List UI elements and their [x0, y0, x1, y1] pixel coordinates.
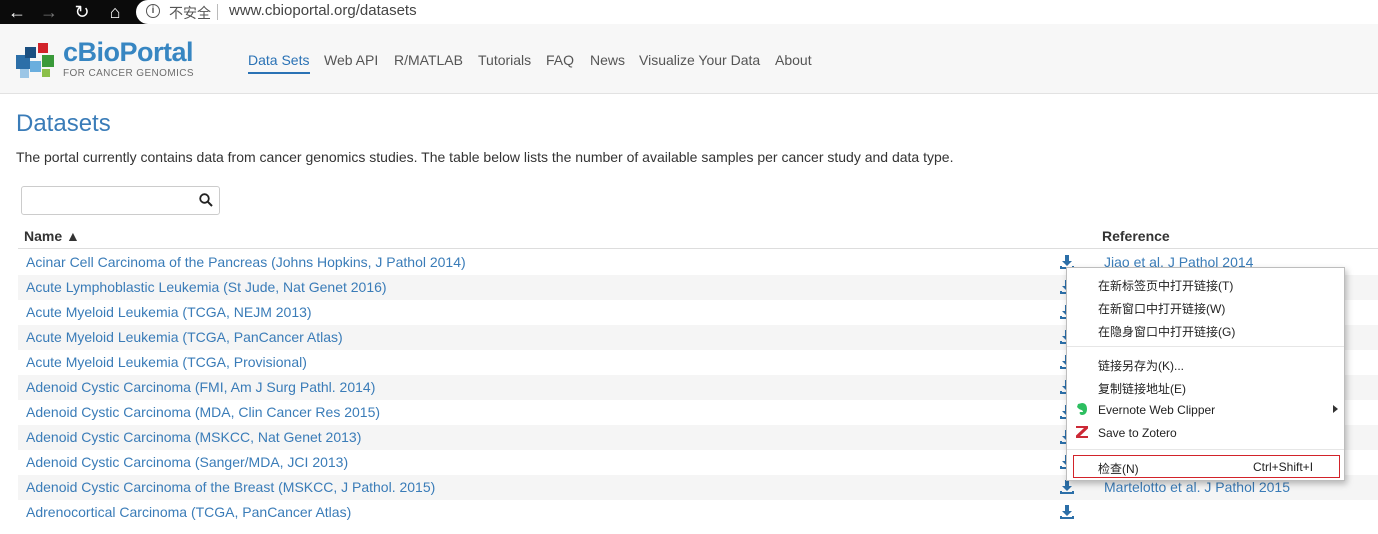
menu-copy-link-address[interactable]: 复制链接地址(E) [1098, 380, 1186, 397]
logo-title[interactable]: cBioPortal [63, 37, 194, 68]
dataset-name-link[interactable]: Acute Myeloid Leukemia (TCGA, Provisiona… [26, 354, 307, 370]
nav-about[interactable]: About [775, 52, 812, 68]
dataset-name-link[interactable]: Adrenocortical Carcinoma (TCGA, PanCance… [26, 504, 351, 520]
menu-divider [1067, 346, 1344, 347]
nav-data-sets[interactable]: Data Sets [248, 52, 309, 68]
dataset-name-link[interactable]: Acute Myeloid Leukemia (TCGA, PanCancer … [26, 329, 343, 345]
nav-tutorials[interactable]: Tutorials [478, 52, 531, 68]
menu-save-to-zotero[interactable]: Save to Zotero [1098, 426, 1177, 440]
submenu-arrow-icon [1333, 405, 1338, 413]
menu-inspect[interactable]: 检查(N) [1098, 460, 1139, 477]
evernote-icon [1077, 403, 1087, 415]
address-separator [217, 4, 218, 20]
reload-icon[interactable]: ↻ [71, 1, 93, 23]
dataset-name-link[interactable]: Adenoid Cystic Carcinoma (Sanger/MDA, JC… [26, 454, 348, 470]
zotero-icon [1076, 426, 1088, 438]
dataset-name-link[interactable]: Acinar Cell Carcinoma of the Pancreas (J… [26, 254, 466, 270]
menu-open-in-incognito[interactable]: 在隐身窗口中打开链接(G) [1098, 323, 1235, 340]
browser-toolbar: ← → ↻ ⌂ i 不安全 www.cbioportal.org/dataset… [0, 0, 1378, 24]
menu-divider [1067, 449, 1344, 450]
menu-save-link-as[interactable]: 链接另存为(K)... [1098, 357, 1184, 374]
download-icon[interactable] [1060, 480, 1074, 494]
dataset-name-link[interactable]: Adenoid Cystic Carcinoma of the Breast (… [26, 479, 435, 495]
menu-evernote-web-clipper[interactable]: Evernote Web Clipper [1098, 403, 1215, 417]
reference-link[interactable]: Martelotto et al. J Pathol 2015 [1104, 479, 1290, 495]
dataset-name-link[interactable]: Acute Myeloid Leukemia (TCGA, NEJM 2013) [26, 304, 312, 320]
nav-web-api[interactable]: Web API [324, 52, 378, 68]
dataset-name-link[interactable]: Adenoid Cystic Carcinoma (MDA, Clin Canc… [26, 404, 380, 420]
download-icon[interactable] [1060, 505, 1074, 519]
nav-news[interactable]: News [590, 52, 625, 68]
home-icon[interactable]: ⌂ [104, 1, 126, 23]
search-input[interactable] [21, 186, 220, 215]
dataset-name-link[interactable]: Adenoid Cystic Carcinoma (MSKCC, Nat Gen… [26, 429, 361, 445]
nav-r-matlab[interactable]: R/MATLAB [394, 52, 463, 68]
dataset-name-link[interactable]: Adenoid Cystic Carcinoma (FMI, Am J Surg… [26, 379, 375, 395]
info-icon[interactable]: i [146, 4, 160, 18]
forward-icon[interactable]: → [38, 1, 60, 23]
search-icon[interactable] [199, 193, 213, 207]
table-header-divider [18, 248, 1378, 249]
address-bar[interactable]: i 不安全 www.cbioportal.org/datasets [136, 0, 1378, 24]
intro-text: The portal currently contains data from … [16, 149, 954, 165]
nav-active-indicator [248, 72, 310, 74]
dataset-name-link[interactable]: Acute Lymphoblastic Leukemia (St Jude, N… [26, 279, 387, 295]
nav-faq[interactable]: FAQ [546, 52, 574, 68]
page-title: Datasets [16, 110, 111, 137]
menu-open-in-new-window[interactable]: 在新窗口中打开链接(W) [1098, 300, 1225, 317]
table-row: Adrenocortical Carcinoma (TCGA, PanCance… [18, 500, 1378, 525]
security-label: 不安全 [169, 5, 211, 21]
cbioportal-logo-icon[interactable] [16, 41, 56, 79]
menu-inspect-shortcut: Ctrl+Shift+I [1253, 460, 1314, 474]
column-header-name[interactable]: Name ▲ [24, 228, 80, 244]
url-text[interactable]: www.cbioportal.org/datasets [229, 2, 417, 19]
logo-subtitle: FOR CANCER GENOMICS [63, 68, 194, 79]
back-icon[interactable]: ← [6, 1, 28, 23]
column-header-reference[interactable]: Reference [1102, 228, 1170, 244]
nav-visualize-your-data[interactable]: Visualize Your Data [639, 52, 760, 68]
menu-open-in-new-tab[interactable]: 在新标签页中打开链接(T) [1098, 277, 1233, 294]
context-menu: 在新标签页中打开链接(T) 在新窗口中打开链接(W) 在隐身窗口中打开链接(G)… [1066, 267, 1345, 481]
